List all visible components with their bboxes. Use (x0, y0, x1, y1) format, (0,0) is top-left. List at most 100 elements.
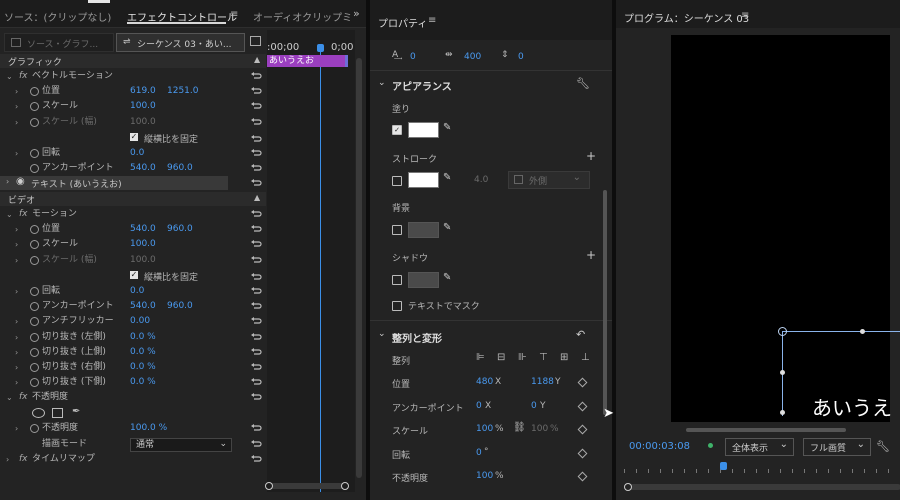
stopwatch-icon[interactable] (30, 348, 39, 357)
eyedropper-icon[interactable]: ✎ (443, 272, 451, 283)
stopwatch-icon[interactable] (30, 287, 39, 296)
chevron-down-icon[interactable]: ⌄ (6, 69, 13, 84)
position-y-value[interactable]: 1188 (531, 377, 554, 387)
reset-parameter-icon[interactable] (250, 178, 262, 188)
opacity-section-row[interactable]: ⌄ fx 不透明度 (0, 390, 266, 405)
reset-parameter-icon[interactable] (250, 332, 262, 342)
mask-with-text-checkbox[interactable] (392, 301, 402, 311)
chevron-down-icon[interactable]: ⌄ (6, 390, 13, 405)
chevron-right-icon[interactable]: › (15, 253, 18, 268)
stopwatch-icon[interactable] (30, 225, 39, 234)
tracking-value[interactable]: 400 (464, 52, 481, 62)
reset-parameter-icon[interactable] (250, 392, 262, 402)
stroke-checkbox[interactable] (392, 176, 402, 186)
fill-color-swatch[interactable] (408, 122, 439, 138)
param-value-2[interactable]: 960.0 (167, 299, 193, 314)
keyframe-diamond-icon[interactable] (577, 377, 588, 388)
param-value-1[interactable]: 0.0 % (130, 330, 156, 345)
checkbox-checked-icon[interactable]: ✓ (130, 133, 138, 141)
eye-icon[interactable]: ◉ (16, 176, 25, 187)
reset-parameter-icon[interactable] (250, 301, 262, 311)
param-value-1[interactable]: 100.0 (130, 115, 156, 130)
reset-parameter-icon[interactable] (250, 347, 262, 357)
reset-parameter-icon[interactable] (250, 86, 262, 96)
link-icon[interactable]: ⛓︎ (513, 422, 526, 433)
reset-parameter-icon[interactable] (250, 272, 262, 282)
motion-row[interactable]: ⌄ fx モーション (0, 207, 266, 222)
fx-icon[interactable]: fx (19, 452, 28, 467)
stopwatch-icon[interactable] (30, 378, 39, 387)
canvas-hscroll[interactable] (686, 428, 846, 432)
anchor-y-value[interactable]: 0 (531, 401, 537, 411)
uniform-scale-checkbox-vector[interactable]: ✓ 縦横比を固定 (130, 132, 260, 145)
stopwatch-icon[interactable] (30, 333, 39, 342)
keyframe-diamond-icon[interactable] (577, 401, 588, 412)
param-value-2[interactable]: 960.0 (167, 161, 193, 176)
pen-mask-icon[interactable]: ✒ (72, 406, 80, 417)
opacity-prop-value[interactable]: 100 (476, 471, 493, 481)
add-stroke-icon[interactable]: + (586, 149, 596, 163)
chevron-right-icon[interactable]: › (15, 222, 18, 237)
reset-parameter-icon[interactable] (250, 439, 262, 449)
uniform-scale-checkbox-motion[interactable]: ✓ 縦横比を固定 (130, 270, 260, 283)
leading-value[interactable]: 0 (518, 52, 524, 62)
text-layer-row[interactable]: › ◉ テキスト (あいうえお) (0, 176, 228, 190)
reset-parameter-icon[interactable] (250, 209, 262, 219)
clip-bar[interactable]: あいうえお (267, 55, 347, 67)
stopwatch-icon[interactable] (30, 102, 39, 111)
chevron-right-icon[interactable]: › (15, 375, 18, 390)
ellipse-mask-icon[interactable] (32, 408, 45, 418)
chevron-right-icon[interactable]: › (15, 237, 18, 252)
reset-parameter-icon[interactable] (250, 134, 262, 144)
sequence-clip-dropdown[interactable]: ⇌ シーケンス 03・あい... (116, 33, 245, 52)
chevron-right-icon[interactable]: › (15, 115, 18, 130)
eyedropper-icon[interactable]: ✎ (443, 122, 451, 133)
reset-parameter-icon[interactable] (250, 362, 262, 372)
rotation-value[interactable]: 0 (476, 448, 482, 458)
stroke-color-swatch[interactable] (408, 172, 439, 188)
param-value-1[interactable]: 100.0 (130, 237, 156, 252)
opacity-value[interactable]: 100.0 % (130, 421, 167, 436)
param-value-1[interactable]: 0.0 % (130, 360, 156, 375)
stopwatch-icon[interactable] (30, 118, 39, 127)
fx-icon[interactable]: fx (19, 69, 28, 84)
transform-handle[interactable] (780, 410, 785, 415)
stroke-width-value[interactable]: 4.0 (474, 175, 488, 185)
chevron-right-icon[interactable]: › (15, 421, 18, 436)
param-value-1[interactable]: 0.0 (130, 146, 144, 161)
param-value-1[interactable]: 619.0 (130, 84, 156, 99)
background-color-swatch[interactable] (408, 222, 439, 238)
collapse-up-icon[interactable]: ▲ (254, 193, 260, 202)
menu-icon[interactable]: ≡ (230, 9, 238, 20)
master-clip-dropdown[interactable]: ソース・グラフ... (4, 33, 114, 52)
tab-source[interactable]: ソース：(クリップなし) (4, 9, 111, 24)
reset-parameter-icon[interactable] (250, 239, 262, 249)
reset-parameter-icon[interactable] (250, 377, 262, 387)
zoom-handle-left[interactable] (624, 483, 632, 491)
stopwatch-icon[interactable] (30, 363, 39, 372)
eyedropper-icon[interactable]: ✎ (443, 222, 451, 233)
stopwatch-icon[interactable] (30, 302, 39, 311)
program-ruler[interactable] (624, 462, 900, 474)
fx-icon[interactable]: fx (19, 390, 28, 405)
param-value-2[interactable]: 1251.0 (167, 84, 199, 99)
zoom-handle-right[interactable] (341, 482, 349, 490)
blend-mode-dropdown[interactable]: 通常 ⌄ (130, 438, 232, 452)
reset-parameter-icon[interactable] (250, 71, 262, 81)
transform-handle[interactable] (860, 329, 865, 334)
stopwatch-icon[interactable] (30, 240, 39, 249)
chevron-right-icon[interactable]: › (15, 360, 18, 375)
reset-parameter-icon[interactable] (250, 286, 262, 296)
param-value-1[interactable]: 0.00 (130, 314, 150, 329)
reset-parameter-icon[interactable] (250, 117, 262, 127)
reset-parameter-icon[interactable] (250, 454, 262, 464)
scale-value[interactable]: 100 (476, 424, 493, 434)
background-checkbox[interactable] (392, 225, 402, 235)
keyframe-diamond-icon[interactable] (577, 448, 588, 459)
align-left-icon[interactable]: ⊫ (476, 352, 485, 363)
program-zoom-bar[interactable] (624, 483, 900, 491)
rectangle-mask-icon[interactable] (52, 408, 63, 418)
position-x-value[interactable]: 480 (476, 377, 493, 387)
align-top-icon[interactable]: ⊤ (539, 352, 548, 363)
stopwatch-icon[interactable] (30, 164, 39, 173)
